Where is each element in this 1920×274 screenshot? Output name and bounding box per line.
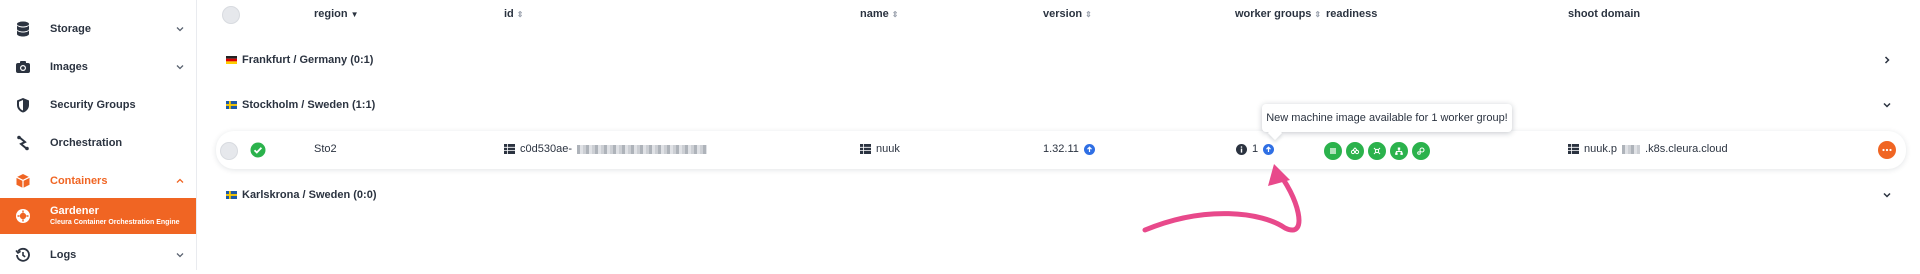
cluster-version-value: 1.32.11 <box>1043 143 1079 155</box>
shoot-domain-prefix: nuuk.p <box>1584 143 1618 155</box>
sidebar-item-gardener[interactable]: Gardener Cleura Container Orchestration … <box>0 198 196 234</box>
chevron-up-icon <box>176 178 184 183</box>
sidebar-item-label: Logs <box>50 249 77 261</box>
readiness-control-plane-icon[interactable] <box>1368 142 1386 160</box>
database-icon <box>14 20 32 38</box>
sort-desc-icon: ▼ <box>350 9 359 19</box>
check-circle-icon <box>250 142 266 158</box>
cluster-region: Sto2 <box>314 143 337 155</box>
sidebar-item-label: Images <box>50 61 88 73</box>
orchestration-icon <box>14 134 32 152</box>
column-header-name[interactable]: name ⇕ <box>860 8 898 20</box>
sidebar-item-orchestration[interactable]: Orchestration <box>0 124 196 162</box>
sidebar-item-label: Security Groups <box>50 99 136 111</box>
region-group-label: Stockholm / Sweden (1:1) <box>242 99 376 111</box>
sort-icon: ⇕ <box>516 9 524 19</box>
chevron-down-icon <box>176 65 184 70</box>
table-header: region ▼ id ⇕ name ⇕ version ⇕ worker gr… <box>198 0 1920 28</box>
sidebar-item-sublabel: Cleura Container Orchestration Engine <box>50 219 180 226</box>
column-header-id[interactable]: id ⇕ <box>504 8 523 20</box>
more-dots-icon <box>1882 148 1892 152</box>
machine-image-update-icon[interactable] <box>1263 143 1275 155</box>
region-group-frankfurt[interactable]: Frankfurt / Germany (0:1) <box>198 45 1920 75</box>
column-header-label: worker groups <box>1235 8 1312 20</box>
region-group-stockholm[interactable]: Stockholm / Sweden (1:1) <box>198 90 1920 120</box>
cluster-name-value: nuuk <box>876 143 900 155</box>
column-header-label: region <box>314 8 348 20</box>
region-group-label: Karlskrona / Sweden (0:0) <box>242 189 377 201</box>
chevron-down-icon[interactable] <box>1882 190 1892 200</box>
region-group-karlskrona[interactable]: Karlskrona / Sweden (0:0) <box>198 180 1920 210</box>
readiness-apiserver-icon[interactable] <box>1324 142 1342 160</box>
worker-groups-count: 1 <box>1252 143 1259 155</box>
table-icon <box>1568 144 1579 154</box>
cluster-id: c0d530ae- <box>504 143 707 155</box>
upgrade-available-icon[interactable] <box>1083 143 1095 155</box>
sort-icon: ⇕ <box>1085 9 1092 19</box>
region-group-label: Frankfurt / Germany (0:1) <box>242 54 374 66</box>
sidebar-item-label: Containers <box>50 175 108 187</box>
redacted-text <box>577 144 707 154</box>
column-header-readiness: readiness <box>1326 8 1377 20</box>
sidebar-item-label: Orchestration <box>50 137 123 149</box>
column-header-region[interactable]: region ▼ <box>314 8 359 20</box>
cluster-region-value: Sto2 <box>314 143 337 155</box>
chevron-right-icon[interactable] <box>1882 55 1892 65</box>
germany-flag-icon <box>226 56 237 64</box>
chevron-down-icon <box>176 253 184 258</box>
sidebar-item-label: Storage <box>50 23 91 35</box>
camera-icon <box>14 58 32 76</box>
readiness-nodes-icon[interactable] <box>1346 142 1364 160</box>
row-checkbox[interactable] <box>220 142 238 160</box>
table-icon <box>860 144 871 154</box>
sweden-flag-icon <box>226 101 237 109</box>
sidebar-item-label: Gardener <box>50 205 99 217</box>
row-actions-button[interactable] <box>1878 141 1896 159</box>
column-header-label: shoot domain <box>1568 8 1641 20</box>
readiness-observability-icon[interactable] <box>1412 142 1430 160</box>
cluster-shoot-domain: nuuk.p .k8s.cleura.cloud <box>1568 143 1728 155</box>
column-header-label: version <box>1043 8 1083 20</box>
cluster-id-value: c0d530ae- <box>520 143 572 155</box>
column-header-version[interactable]: version ⇕ <box>1043 8 1092 20</box>
chevron-down-icon[interactable] <box>1882 100 1892 110</box>
select-all-checkbox[interactable] <box>222 6 240 24</box>
sidebar-item-storage[interactable]: Storage <box>0 10 196 48</box>
gardener-icon <box>14 207 32 225</box>
sort-icon: ⇕ <box>891 9 899 19</box>
table-row[interactable]: Sto2 c0d530ae- nuuk 1.32.11 1 nuuk.p .k8… <box>216 131 1906 169</box>
sidebar: Storage Images Security Groups Orchestra… <box>0 0 197 270</box>
sidebar-item-images[interactable]: Images <box>0 48 196 86</box>
shoot-domain-suffix: .k8s.cleura.cloud <box>1645 143 1728 155</box>
info-icon[interactable] <box>1236 143 1247 155</box>
sidebar-item-security-groups[interactable]: Security Groups <box>0 86 196 124</box>
shield-icon <box>14 96 32 114</box>
clusters-table: region ▼ id ⇕ name ⇕ version ⇕ worker gr… <box>198 0 1920 270</box>
cluster-readiness <box>1324 142 1430 160</box>
sort-icon: ⇕ <box>1314 9 1322 19</box>
sweden-flag-icon <box>226 191 237 199</box>
column-header-worker-groups[interactable]: worker groups ⇕ <box>1235 8 1321 20</box>
readiness-system-components-icon[interactable] <box>1390 142 1408 160</box>
cluster-name: nuuk <box>860 143 900 155</box>
tooltip-text: New machine image available for 1 worker… <box>1266 112 1508 124</box>
column-header-label: id <box>504 8 514 20</box>
sidebar-item-containers[interactable]: Containers <box>0 162 196 200</box>
history-icon <box>14 246 32 264</box>
column-header-label: readiness <box>1326 8 1378 20</box>
cluster-version: 1.32.11 <box>1043 143 1095 155</box>
column-header-label: name <box>860 8 889 20</box>
redacted-text <box>1622 144 1641 154</box>
chevron-down-icon <box>176 27 184 32</box>
box-icon <box>14 172 32 190</box>
machine-image-tooltip: New machine image available for 1 worker… <box>1262 104 1512 132</box>
cluster-worker-groups: 1 <box>1236 143 1275 155</box>
table-icon <box>504 144 515 154</box>
sidebar-item-logs[interactable]: Logs <box>0 236 196 274</box>
column-header-shoot-domain: shoot domain <box>1568 8 1640 20</box>
